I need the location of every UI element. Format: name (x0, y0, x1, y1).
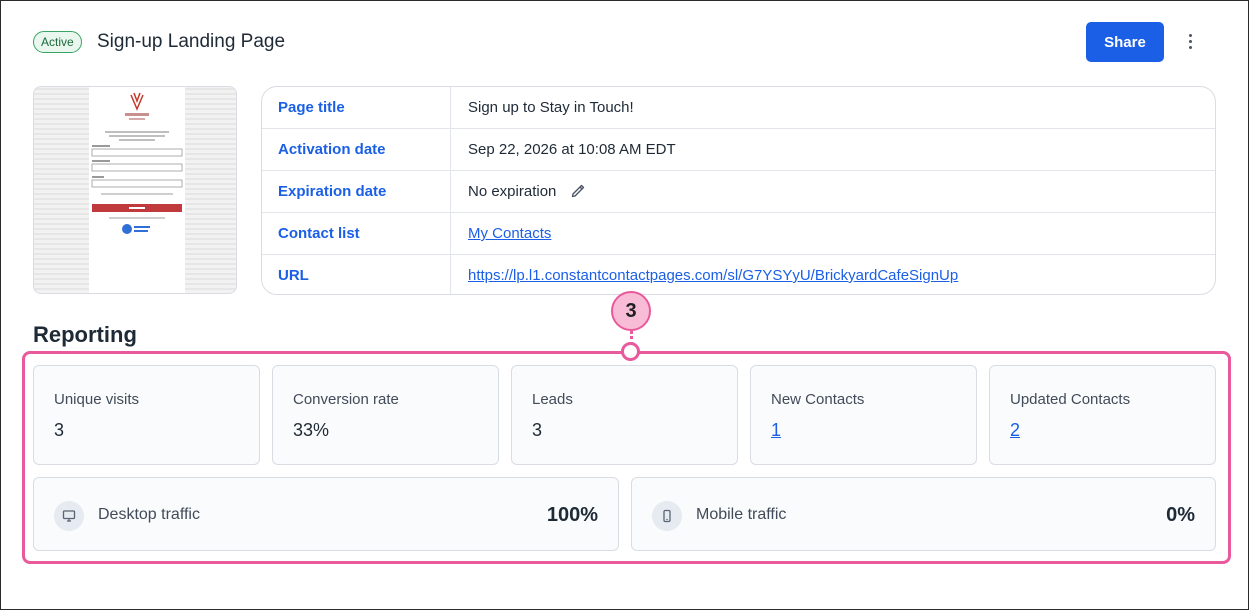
mobile-icon (652, 501, 682, 531)
detail-label: Expiration date (262, 171, 451, 212)
detail-label: URL (262, 255, 451, 294)
stat-value: 3 (54, 420, 65, 440)
detail-value-wrapper: No expiration (468, 171, 586, 216)
detail-row-activation-date: Activation date Sep 22, 2026 at 10:08 AM… (262, 129, 1215, 171)
traffic-card-mobile: Mobile traffic 0% (631, 477, 1216, 551)
reporting-heading: Reporting (33, 322, 137, 347)
detail-value: No expiration (468, 183, 557, 200)
stat-value: 33% (293, 420, 330, 440)
detail-label: Contact list (262, 213, 451, 254)
page-title: Sign-up Landing Page (97, 31, 286, 52)
detail-value: Sign up to Stay in Touch! (468, 99, 634, 116)
traffic-label: Mobile traffic (696, 506, 787, 523)
callout-anchor-dot (621, 342, 640, 361)
landing-page-details-table: Page title Sign up to Stay in Touch! Act… (261, 86, 1216, 295)
traffic-label: Desktop traffic (98, 506, 200, 523)
detail-row-page-title: Page title Sign up to Stay in Touch! (262, 87, 1215, 129)
desktop-icon (54, 501, 84, 531)
callout-number-badge: 3 (611, 291, 651, 331)
more-options-icon[interactable] (1183, 32, 1197, 52)
updated-contacts-link[interactable]: 2 (1010, 420, 1020, 441)
landing-page-url-link[interactable]: https://lp.l1.constantcontactpages.com/s… (468, 255, 958, 294)
detail-value: Sep 22, 2026 at 10:08 AM EDT (468, 141, 676, 158)
stat-card-unique-visits: Unique visits 3 (33, 365, 260, 465)
traffic-value: 100% (546, 504, 598, 526)
detail-row-contact-list: Contact list My Contacts (262, 213, 1215, 255)
detail-row-url: URL https://lp.l1.constantcontactpages.c… (262, 255, 1215, 294)
thumbnail-preview-card (89, 87, 185, 293)
stat-label: Unique visits (54, 391, 140, 408)
traffic-value: 0% (1166, 504, 1195, 526)
detail-label: Activation date (262, 129, 451, 170)
thumbnail-preview-graphic (91, 92, 183, 234)
detail-label: Page title (262, 87, 451, 128)
stat-card-new-contacts: New Contacts 1 (750, 365, 977, 465)
detail-row-expiration-date: Expiration date No expiration (262, 171, 1215, 213)
stat-label: Conversion rate (293, 391, 399, 408)
new-contacts-link[interactable]: 1 (771, 420, 781, 441)
contact-list-link[interactable]: My Contacts (468, 213, 551, 255)
stat-label: New Contacts (771, 391, 865, 408)
stat-card-conversion-rate: Conversion rate 33% (272, 365, 499, 465)
share-button[interactable]: Share (1086, 22, 1164, 62)
status-badge: Active (33, 31, 82, 53)
stat-label: Leads (532, 391, 573, 408)
landing-page-thumbnail[interactable] (33, 86, 237, 294)
stat-card-updated-contacts: Updated Contacts 2 (989, 365, 1216, 465)
traffic-card-desktop: Desktop traffic 100% (33, 477, 619, 551)
stat-card-leads: Leads 3 (511, 365, 738, 465)
pencil-edit-icon[interactable] (570, 174, 586, 216)
stat-label: Updated Contacts (1010, 391, 1131, 408)
stat-value: 3 (532, 420, 543, 440)
page-header: Active Sign-up Landing Page Share (33, 22, 1219, 62)
